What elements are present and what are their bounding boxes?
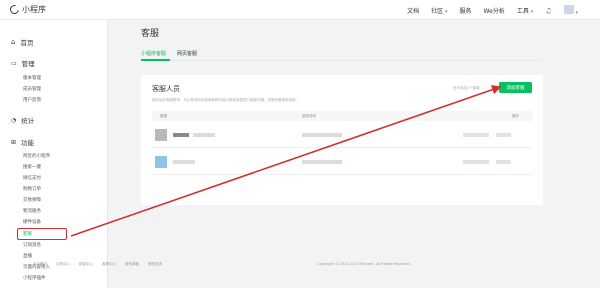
main-content: 客服 小程序客服 网页客服 客服人员 绑定后的客服账号，可以登录网页客服和移动端… (108, 20, 600, 288)
tab-mini-program-service[interactable]: 小程序客服 (141, 50, 166, 57)
redacted-text (173, 160, 195, 164)
mini-program-logo-icon (8, 3, 21, 16)
top-bar: 小程序 文档 社区 ▾ 服务 We分析 工具 ▾ ♫ ▾ (0, 0, 600, 20)
table-header: 客服 绑定时间 操作 (152, 111, 533, 121)
sidebar-item-members[interactable]: 成员管理 (23, 86, 41, 92)
app-logo[interactable]: 小程序 (8, 3, 46, 16)
row-action-link[interactable] (463, 133, 489, 137)
customer-service-card: 客服人员 绑定后的客服账号，可以登录网页客服和移动端小程序客服进行客服沟通，详情… (141, 75, 543, 205)
row-action-link[interactable] (463, 160, 489, 164)
redacted-text (193, 133, 215, 137)
table-row (152, 122, 533, 148)
footer-link[interactable]: 侵权投诉 (148, 262, 162, 267)
sidebar-item-feedback[interactable]: 用户反馈 (23, 97, 41, 103)
sidebar-item-version[interactable]: 版本管理 (23, 75, 41, 81)
account-menu[interactable]: ▾ (563, 5, 578, 16)
home-icon: ⌂ (11, 38, 16, 46)
stats-icon: ◔ (11, 116, 17, 124)
sidebar-item-subscribe[interactable]: 订阅消息 (23, 242, 41, 248)
sidebar-label: 统计 (21, 117, 35, 125)
sidebar-item-plugins[interactable]: 小程序插件 (23, 275, 46, 281)
row-action-link[interactable] (496, 133, 511, 137)
column-header: 客服 (160, 114, 167, 118)
remaining-limit-text: 还可添加2个客服 (453, 86, 480, 90)
sidebar-label: 首页 (20, 39, 34, 47)
add-customer-service-button[interactable]: 添加客服 (499, 82, 532, 93)
sidebar-group-stats[interactable]: ◔ 统计 (11, 115, 35, 126)
chevron-down-icon: ▾ (445, 9, 448, 15)
top-nav: 文档 社区 ▾ 服务 We分析 工具 ▾ ♫ ▾ (407, 5, 578, 16)
redacted-name (173, 133, 189, 137)
sidebar-item-search[interactable]: 搜索一键 (23, 164, 41, 170)
sidebar-item-orders[interactable]: 购物订单 (23, 186, 41, 192)
sidebar-item-home[interactable]: ⌂ 首页 (11, 37, 33, 47)
nav-service[interactable]: 服务 (460, 6, 472, 15)
scrollbar[interactable] (592, 20, 600, 288)
nav-docs[interactable]: 文档 (407, 6, 419, 15)
sidebar: ⌂ 首页 ▭ 管理 版本管理 成员管理 用户反馈 ◔ 统计 ⊞ 功能 附近的小程… (0, 20, 108, 288)
sidebar-item-wechat-pay[interactable]: 微信支付 (23, 175, 41, 181)
sidebar-item-live[interactable]: 直播 (23, 253, 32, 259)
chevron-down-icon: ▾ (575, 10, 578, 16)
sidebar-item-guarantee[interactable]: 交易保障 (23, 197, 41, 203)
tab-web-service[interactable]: 网页客服 (177, 50, 197, 57)
column-header: 绑定时间 (302, 114, 316, 118)
footer-link[interactable]: 辟谣中心 (79, 262, 93, 267)
nav-we-analysis[interactable]: We分析 (484, 6, 505, 15)
active-tab-indicator (141, 59, 170, 61)
tab-bar: 小程序客服 网页客服 (141, 49, 541, 61)
redacted-time (302, 160, 342, 164)
features-icon: ⊞ (11, 138, 17, 146)
footer-link[interactable]: 关于腾讯 (33, 262, 47, 267)
page-title: 客服 (141, 29, 160, 39)
avatar (155, 129, 167, 141)
sidebar-label: 功能 (21, 139, 35, 147)
table-row (152, 149, 533, 175)
manage-icon: ▭ (11, 59, 17, 67)
nav-community[interactable]: 社区 ▾ (431, 6, 447, 15)
footer-link[interactable]: 文档中心 (56, 262, 70, 267)
copyright: Copyright © 2012-2023 Tencent. All Right… (317, 262, 411, 266)
bell-icon[interactable]: ♫ (545, 7, 551, 15)
sidebar-group-manage[interactable]: ▭ 管理 (11, 58, 35, 69)
sidebar-label: 管理 (21, 60, 35, 68)
sidebar-item-logistics[interactable]: 物流服务 (23, 208, 41, 214)
footer-link[interactable]: 客服中心 (102, 262, 116, 267)
annotation-highlight-box (17, 228, 67, 240)
redacted-time (302, 133, 342, 137)
sidebar-group-features[interactable]: ⊞ 功能 (11, 137, 35, 148)
app-title: 小程序 (22, 5, 46, 14)
avatar (155, 156, 167, 168)
card-description: 绑定后的客服账号，可以登录网页客服和移动端小程序客服进行客服沟通，详情查看使用说… (152, 98, 299, 102)
column-header: 操作 (512, 114, 519, 118)
sidebar-item-nearby[interactable]: 附近的小程序 (23, 153, 50, 159)
row-action-link[interactable] (496, 160, 511, 164)
card-title: 客服人员 (152, 85, 180, 93)
sidebar-item-hardware[interactable]: 硬件设备 (23, 219, 41, 225)
avatar (563, 5, 574, 14)
chevron-down-icon: ▾ (530, 9, 534, 15)
footer-link[interactable]: 联系邮箱 (125, 262, 139, 267)
nav-tools[interactable]: 工具 ▾ (517, 6, 533, 15)
